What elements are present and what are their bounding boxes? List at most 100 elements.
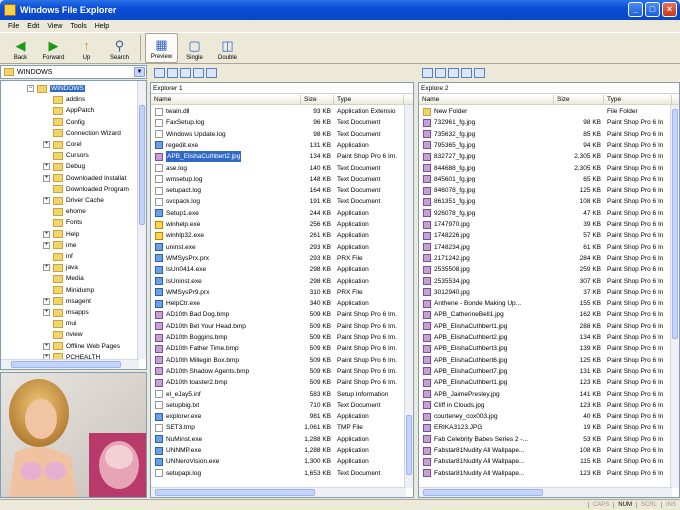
file-row[interactable]: Setup1.exe 244 KB Application — [151, 208, 404, 219]
file-row[interactable]: 846078_fg.jpg 125 KB Paint Shop Pro 6 In — [419, 185, 672, 196]
search-button[interactable]: ⚲ Search — [103, 33, 136, 63]
file-row[interactable]: APB_JaimePresley.jpg 141 KB Paint Shop Pro… — [419, 389, 672, 400]
tree-horizontal-scrollbar[interactable] — [1, 359, 139, 369]
file-row[interactable]: 1748226.jpg 57 KB Paint Shop Pro 6 In — [419, 230, 672, 241]
file-row[interactable]: ase.log 140 KB Text Document — [151, 163, 404, 174]
tree-item[interactable]: Connection Wizard — [43, 128, 121, 139]
file-row[interactable]: explorer.exe 981 KB Application — [151, 411, 404, 422]
file-row[interactable]: IsUninst.exe 298 KB Application — [151, 276, 404, 287]
file-row[interactable]: 926078_fg.jpg 47 KB Paint Shop Pro 6 In — [419, 208, 672, 219]
file-row[interactable]: APB_ElishaCuthbert6.jpg 125 KB Paint Shop … — [419, 355, 672, 366]
file-row[interactable]: 845601_fg.jpg 65 KB Paint Shop Pro 6 In — [419, 174, 672, 185]
file-row[interactable]: AD10th Father Time.bmp 509 KB Paint Shop P… — [151, 343, 404, 354]
file-row[interactable]: Fabstar81Nudity All Wallpape... 108 KB Pai… — [419, 445, 672, 456]
menu-file[interactable]: File — [4, 23, 23, 30]
file-row[interactable]: APB_ElishaCuthbert2.jpg 134 KB Paint Shop … — [151, 151, 404, 163]
file-row[interactable]: NuMinst.exe 1,288 KB Application — [151, 434, 404, 445]
file-row[interactable]: AD10th Boggins.bmp 509 KB Paint Shop Pro 6… — [151, 332, 404, 343]
file-row[interactable]: 844688_fg.jpg 2,305 KB Paint Shop Pro 6 In — [419, 163, 672, 174]
column-name[interactable]: Name — [151, 95, 301, 105]
back-button[interactable]: ◀ Back — [4, 33, 37, 63]
tree-item[interactable]: − WINDOWS — [27, 83, 85, 94]
file-row[interactable]: APB_ElishaCuthbert7.jpg 131 KB Paint Shop … — [419, 366, 672, 377]
menu-edit[interactable]: Edit — [23, 23, 43, 30]
tree-item[interactable]: nview — [43, 329, 83, 340]
list-view-icon[interactable] — [180, 68, 191, 78]
column-type[interactable]: Type — [334, 95, 404, 105]
tree-item[interactable]: + java — [43, 262, 78, 273]
file-row[interactable]: 2171242.jpg 284 KB Paint Shop Pro 6 In — [419, 253, 672, 264]
maximize-button[interactable]: □ — [645, 2, 660, 17]
file-row[interactable]: AD10th Bad Dog.bmp 509 KB Paint Shop Pro 6… — [151, 309, 404, 320]
tree-item[interactable]: Minidump — [43, 285, 94, 296]
single-button[interactable]: ▢ Single — [178, 33, 211, 63]
explorer1-horizontal-scrollbar[interactable] — [151, 487, 406, 497]
expand-icon[interactable]: + — [43, 241, 50, 249]
explorer2-horizontal-scrollbar[interactable] — [419, 487, 672, 497]
thumbnails-view-icon[interactable] — [206, 68, 217, 78]
tree-item[interactable]: Downloaded Program — [43, 184, 129, 195]
large-icons-view-icon[interactable] — [154, 68, 165, 78]
explorer2-vertical-scrollbar[interactable] — [670, 105, 679, 488]
file-row[interactable]: Windows Update.log 98 KB Text Document — [151, 129, 404, 140]
file-row[interactable]: 732961_fg.jpg 98 KB Paint Shop Pro 6 In — [419, 117, 672, 128]
explorer2-scroll-thumb[interactable] — [672, 109, 678, 339]
file-row[interactable]: winhlp32.exe 261 KB Application — [151, 230, 404, 241]
file-row[interactable]: APB_CatherineBell1.jpg 162 KB Paint Shop P… — [419, 309, 672, 320]
file-row[interactable]: svcpack.log 191 KB Text Document — [151, 196, 404, 207]
file-row[interactable]: New Folder File Folder — [419, 106, 672, 117]
small-icons-view-icon[interactable] — [435, 68, 446, 78]
tree-item[interactable]: + Help — [43, 229, 79, 240]
file-row[interactable]: UNNMP.exe 1,288 KB Application — [151, 445, 404, 456]
file-row[interactable]: courteney_cox003.jpg 40 KB Paint Shop Pro … — [419, 411, 672, 422]
file-row[interactable]: 3012940.jpg 37 KB Paint Shop Pro 6 In — [419, 287, 672, 298]
tree-item[interactable]: + Offline Web Pages — [43, 341, 120, 352]
file-row[interactable]: winhelp.exe 256 KB Application — [151, 219, 404, 230]
file-row[interactable]: Cliff in Clouds.jpg 123 KB Paint Shop Pro … — [419, 400, 672, 411]
file-row[interactable]: UNNeroVision.exe 1,300 KB Application — [151, 456, 404, 467]
explorer1-pane[interactable]: Explorer 1 Name Size Type twain.dll 93 KB… — [150, 82, 414, 498]
file-row[interactable]: APB_ElishaCuthbert3.jpg 139 KB Paint Shop … — [419, 343, 672, 354]
file-row[interactable]: setupapi.log 1,653 KB Text Document — [151, 468, 404, 479]
tree-item[interactable]: ehome — [43, 206, 86, 217]
file-row[interactable]: Anthene - Bonde Making Up... 155 KB Paint … — [419, 298, 672, 309]
file-row[interactable]: FaxSetup.log 96 KB Text Document — [151, 117, 404, 128]
file-row[interactable]: AD10th toaster2.bmp 509 KB Paint Shop Pro … — [151, 377, 404, 388]
file-row[interactable]: Fabstar81Nudity All Wallpape... 115 KB Pai… — [419, 456, 672, 467]
details-view-icon[interactable] — [193, 68, 204, 78]
tree-item[interactable]: inf — [43, 251, 73, 262]
file-row[interactable]: setupact.log 164 KB Text Document — [151, 185, 404, 196]
file-row[interactable]: SET3.tmp 1,061 KB TMP File — [151, 422, 404, 433]
tree-item[interactable]: + Corel — [43, 139, 82, 150]
file-row[interactable]: uninst.exe 293 KB Application — [151, 242, 404, 253]
expand-icon[interactable]: + — [43, 309, 50, 316]
file-row[interactable]: regedit.exe 131 KB Application — [151, 140, 404, 151]
tree-item[interactable]: Config — [43, 117, 85, 128]
file-row[interactable]: WMSysPr9.prx 310 KB PRX File — [151, 287, 404, 298]
tree-item[interactable]: + msapps — [43, 307, 89, 318]
expand-icon[interactable]: + — [43, 297, 50, 305]
file-row[interactable]: ERIKA3123.JPG 19 KB Paint Shop Pro 6 In — [419, 422, 672, 433]
small-icons-view-icon[interactable] — [167, 68, 178, 78]
minimize-button[interactable]: _ — [628, 2, 643, 17]
file-row[interactable]: Fab Celebrity Babes Series 2 -... 53 KB Pa… — [419, 434, 672, 445]
file-row[interactable]: HelpCtr.exe 340 KB Application — [151, 298, 404, 309]
expand-icon[interactable]: + — [43, 197, 50, 204]
up-button[interactable]: ↑ Up — [70, 33, 103, 63]
tree-scroll-thumb[interactable] — [139, 105, 145, 225]
expand-icon[interactable]: + — [43, 141, 50, 148]
column-size[interactable]: Size — [301, 95, 334, 105]
chevron-down-icon[interactable]: ▼ — [134, 67, 145, 77]
tree-item[interactable]: + ime — [43, 240, 76, 251]
file-row[interactable]: AD10th Shadow Agents.bmp 509 KB Paint Shop… — [151, 366, 404, 377]
file-row[interactable]: AD10th Millegin Box.bmp 509 KB Paint Shop … — [151, 355, 404, 366]
tree-item[interactable]: + Debug — [43, 161, 85, 172]
menu-tools[interactable]: Tools — [66, 23, 90, 30]
tree-item[interactable]: Fonts — [43, 217, 82, 228]
tree-hscroll-thumb[interactable] — [11, 361, 121, 368]
file-row[interactable]: wmsetup.log 148 KB Text Document — [151, 174, 404, 185]
large-icons-view-icon[interactable] — [422, 68, 433, 78]
forward-button[interactable]: ▶ Forward — [37, 33, 70, 63]
column-size[interactable]: Size — [554, 95, 604, 105]
thumbnails-view-icon[interactable] — [474, 68, 485, 78]
